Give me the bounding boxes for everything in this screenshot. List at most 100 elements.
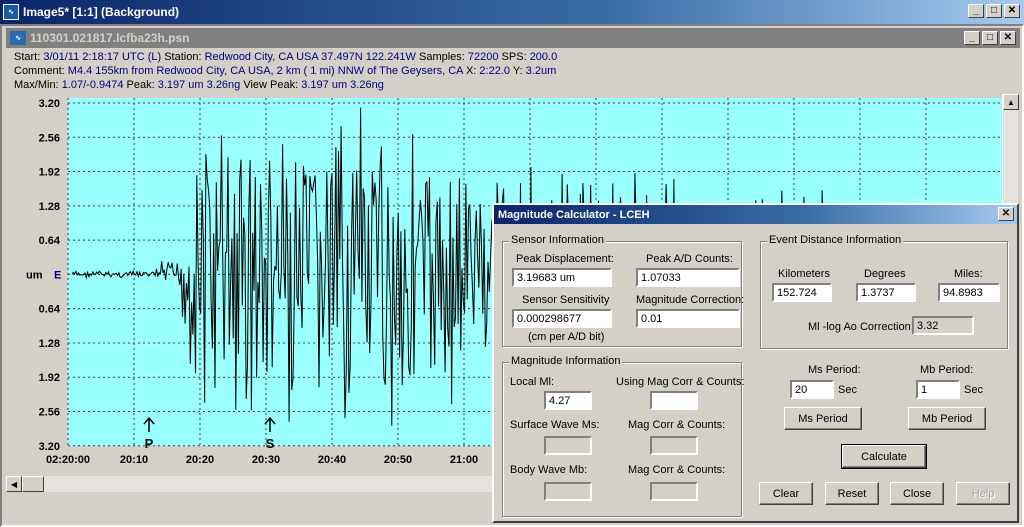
info-label: View Peak: — [240, 79, 302, 92]
minimize-button[interactable]: _ — [968, 4, 984, 18]
dialog-close-button[interactable]: ✕ — [998, 207, 1014, 221]
app-icon: ∿ — [3, 4, 19, 20]
dialog-title: Magnitude Calculator - LCEH — [498, 208, 650, 221]
sensor-sensitivity-label: Sensor Sensitivity — [522, 294, 610, 306]
local-ml-field[interactable] — [544, 391, 592, 410]
x-tick-label: 02:20:00 — [46, 454, 90, 466]
y-tick-label: 0.64 — [39, 304, 61, 316]
doc-maximize-button[interactable]: □ — [982, 31, 998, 45]
window-title: Image5* [1:1] (Background) — [23, 5, 180, 19]
degrees-field[interactable] — [856, 283, 916, 302]
info-label: Start: — [14, 51, 44, 63]
peak-ad-counts-label: Peak A/D Counts: — [646, 253, 733, 265]
scroll-left-icon[interactable]: ◀ — [6, 476, 22, 492]
doc-minimize-button[interactable]: _ — [964, 31, 980, 45]
mb-period-label: Mb Period: — [920, 364, 974, 376]
y-channel-label: E — [54, 269, 61, 281]
maximize-button[interactable]: □ — [986, 4, 1002, 18]
magnitude-correction-field[interactable] — [636, 309, 740, 328]
dialog-title-bar[interactable]: Magnitude Calculator - LCEH ✕ — [494, 205, 1017, 224]
info-line: Start: 3/01/11 2:18:17 UTC (L) Station: … — [14, 50, 557, 64]
info-value: 1.07/-0.9474 — [61, 79, 124, 92]
info-value: 72200 — [467, 51, 499, 63]
surface-wave-ms-field — [544, 436, 592, 455]
sensor-sensitivity-field[interactable] — [512, 309, 612, 328]
info-value: Redwood City, CA USA 37.497N 122.241W — [204, 51, 416, 63]
local-ml-label: Local Ml: — [510, 376, 555, 388]
x-tick-label: 20:40 — [318, 454, 346, 466]
peak-ad-counts-field[interactable] — [636, 268, 740, 287]
using-mag-corr-field[interactable] — [650, 391, 698, 410]
body-wave-mb-field — [544, 482, 592, 501]
ms-period-button[interactable]: Ms Period — [784, 407, 862, 430]
info-label: Max/Min: — [14, 79, 62, 92]
document-title: 110301.021817.lcfba23h.psn — [30, 31, 190, 45]
info-value: 3.197 um 3.26ng — [157, 79, 241, 92]
miles-field[interactable] — [938, 283, 1000, 302]
info-label: X: — [462, 65, 480, 78]
peak-displacement-label: Peak Displacement: — [516, 253, 614, 265]
y-tick-label: 2.56 — [39, 132, 60, 144]
y-tick-label: 2.56 — [39, 407, 60, 419]
kilometers-label: Kilometers — [778, 268, 830, 280]
y-tick-label: 1.28 — [39, 201, 60, 213]
miles-label: Miles: — [954, 268, 983, 280]
main-title-bar[interactable]: ∿ Image5* [1:1] (Background) _ □ ✕ — [0, 0, 1024, 24]
y-tick-label: 3.20 — [39, 441, 60, 453]
document-icon: ∿ — [10, 31, 26, 45]
document-title-bar[interactable]: ∿ 110301.021817.lcfba23h.psn _ □ ✕ — [6, 28, 1020, 48]
x-tick-label: 20:10 — [120, 454, 148, 466]
info-value: 2:22.0 — [479, 65, 510, 78]
ms-mag-corr-label: Mag Corr & Counts: — [628, 419, 726, 431]
ml-correction-field — [912, 316, 974, 335]
info-label: Peak: — [123, 79, 158, 92]
info-line: Comment: M4.4 155km from Redwood City, C… — [14, 64, 557, 78]
kilometers-field[interactable] — [772, 283, 832, 302]
reset-button[interactable]: Reset — [825, 482, 879, 505]
info-line: Max/Min: 1.07/-0.9474 Peak: 3.197 um 3.2… — [14, 78, 557, 92]
y-tick-label: 0.64 — [39, 235, 61, 247]
phase-marker-label: S — [266, 436, 275, 451]
close-button[interactable]: ✕ — [1004, 4, 1020, 18]
close-dialog-button[interactable]: Close — [890, 482, 944, 505]
info-value: M4.4 155km from Redwood City, CA USA, 2 … — [67, 65, 463, 78]
phase-marker-label: P — [145, 436, 154, 451]
group-label: Magnitude Information — [509, 355, 623, 367]
x-tick-label: 20:50 — [384, 454, 412, 466]
y-tick-label: 1.92 — [39, 167, 60, 179]
sensitivity-unit-label: (cm per A/D bit) — [528, 331, 605, 343]
clear-button[interactable]: Clear — [759, 482, 813, 505]
window-controls: _ □ ✕ — [968, 4, 1020, 18]
info-label: Samples: — [415, 51, 468, 63]
info-label: Comment: — [14, 65, 68, 78]
help-button: Help — [956, 482, 1010, 505]
y-tick-label: 1.92 — [39, 372, 60, 384]
body-wave-mb-label: Body Wave Mb: — [510, 464, 588, 476]
info-value: 3/01/11 2:18:17 UTC (L) — [43, 51, 162, 63]
surface-wave-ms-label: Surface Wave Ms: — [510, 419, 600, 431]
info-label: Y: — [510, 65, 526, 78]
scroll-up-icon[interactable]: ▲ — [1003, 94, 1019, 110]
doc-close-button[interactable]: ✕ — [1000, 31, 1016, 45]
ml-correction-label: Ml -log Ao Correction: — [808, 321, 914, 333]
scroll-thumb[interactable] — [22, 476, 44, 492]
x-tick-label: 21:00 — [450, 454, 478, 466]
mb-period-unit: Sec — [964, 384, 983, 396]
calculate-button[interactable]: Calculate — [841, 444, 927, 469]
mb-period-button[interactable]: Mb Period — [908, 407, 986, 430]
peak-displacement-field[interactable] — [512, 268, 612, 287]
magnitude-calculator-dialog: Magnitude Calculator - LCEH ✕ Sensor Inf… — [492, 203, 1019, 523]
group-label: Event Distance Information — [767, 234, 904, 246]
info-value: 3.197 um 3.26ng — [301, 79, 384, 92]
info-value: 3.2um — [525, 65, 557, 78]
magnitude-correction-label: Magnitude Correction: — [636, 294, 745, 306]
mb-period-field[interactable] — [916, 380, 960, 399]
ms-mag-corr-field — [650, 436, 698, 455]
ms-period-label: Ms Period: — [808, 364, 861, 376]
ms-period-field[interactable] — [790, 380, 834, 399]
group-label: Sensor Information — [509, 234, 606, 246]
document-controls: _ □ ✕ — [964, 31, 1016, 45]
ms-period-unit: Sec — [838, 384, 857, 396]
y-tick-label: 3.20 — [39, 98, 60, 110]
x-tick-label: 20:30 — [252, 454, 280, 466]
